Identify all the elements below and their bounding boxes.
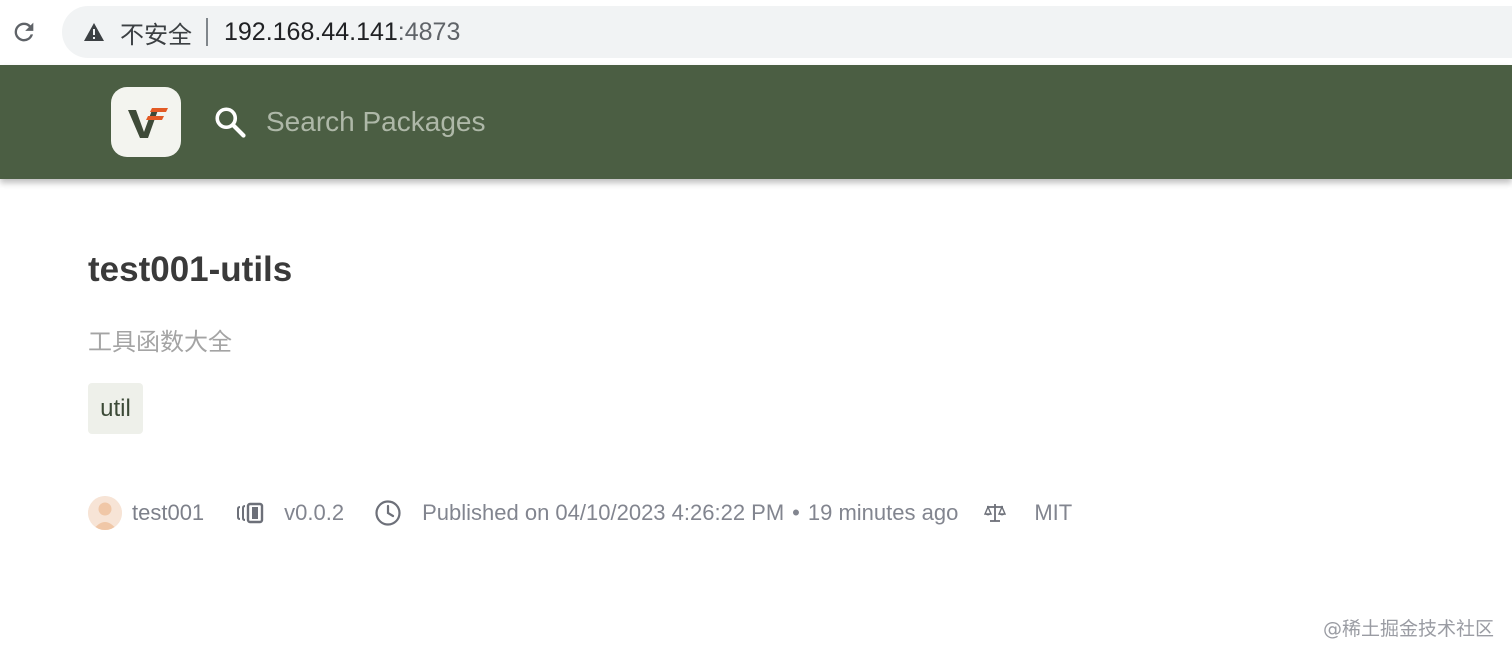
search-icon[interactable] — [212, 104, 248, 140]
browser-toolbar: 不安全 192.168.44.141 :4873 — [0, 0, 1512, 64]
package-license: MIT — [1034, 500, 1073, 525]
warning-icon[interactable] — [82, 20, 106, 44]
address-bar[interactable]: 不安全 192.168.44.141 :4873 — [62, 6, 1512, 58]
reload-icon — [14, 22, 34, 42]
reload-button[interactable] — [8, 16, 40, 48]
url-divider — [206, 18, 208, 46]
verdaccio-logo-icon — [128, 108, 168, 138]
version-icon — [237, 502, 264, 524]
package-version: v0.0.2 — [284, 500, 345, 525]
package-title: test001-utils — [88, 250, 293, 289]
package-description: 工具函数大全 — [88, 328, 232, 356]
meta-separator: • — [792, 500, 800, 525]
published-relative: 19 minutes ago — [807, 500, 959, 525]
app-header — [0, 65, 1512, 179]
published-date: Published on 04/10/2023 4:26:22 PM — [422, 500, 785, 525]
package-meta: test001 v0.0.2 Published on 04/10/2023 4… — [88, 494, 1072, 532]
insecure-label[interactable]: 不安全 — [120, 15, 192, 50]
logo[interactable] — [111, 87, 181, 157]
keyword-chip[interactable]: util — [88, 383, 143, 434]
watermark: @稀土掘金技术社区 — [1322, 618, 1494, 640]
url-port: :4873 — [397, 17, 461, 46]
clock-icon — [375, 500, 401, 526]
author-name[interactable]: test001 — [132, 500, 204, 526]
url-host: 192.168.44.141 — [224, 17, 398, 46]
avatar-icon — [88, 496, 122, 530]
search-input[interactable] — [266, 101, 866, 143]
author-avatar[interactable] — [88, 496, 122, 530]
scale-icon — [984, 504, 1007, 522]
